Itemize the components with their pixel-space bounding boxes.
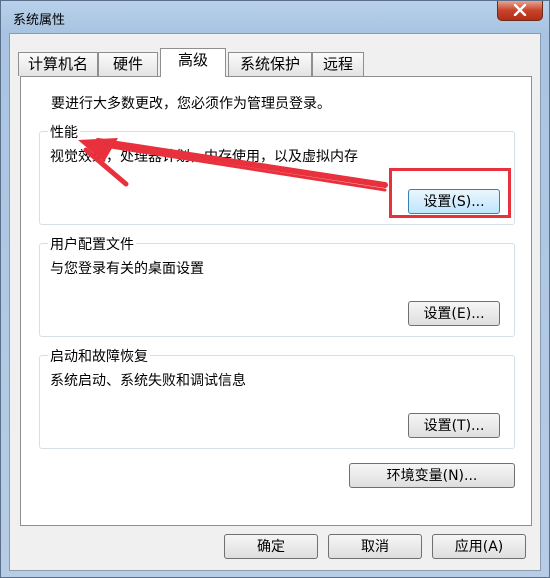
window-title: 系统属性	[13, 13, 66, 28]
user-profiles-settings-button[interactable]: 设置(E)...	[408, 301, 500, 326]
user-profiles-description: 与您登录有关的桌面设置	[50, 261, 204, 277]
startup-recovery-settings-button[interactable]: 设置(T)...	[408, 413, 500, 438]
admin-notice: 要进行大多数更改，您必须作为管理员登录。	[51, 96, 331, 112]
tab-system-protection[interactable]: 系统保护	[228, 52, 312, 76]
tab-remote[interactable]: 远程	[312, 52, 364, 76]
advanced-tab-panel: 要进行大多数更改，您必须作为管理员登录。 性能 视觉效果，处理器计划，内存使用，…	[20, 76, 532, 526]
tab-hardware[interactable]: 硬件	[98, 52, 158, 76]
user-profiles-group: 用户配置文件 与您登录有关的桌面设置 设置(E)...	[39, 234, 515, 337]
title-bar[interactable]: 系统属性	[1, 1, 549, 33]
annotation-highlight-box	[389, 168, 511, 218]
system-properties-window: 系统属性 计算机名 硬件 高级 系统保护 远程 要进行大多数更改，您必须作为管理…	[0, 0, 550, 578]
user-profiles-group-label: 用户配置文件	[48, 234, 136, 254]
startup-recovery-group-label: 启动和故障恢复	[48, 346, 150, 366]
apply-button[interactable]: 应用(A)	[432, 534, 526, 559]
performance-description: 视觉效果，处理器计划，内存使用，以及虚拟内存	[50, 149, 358, 165]
cancel-button[interactable]: 取消	[328, 534, 422, 559]
startup-recovery-description: 系统启动、系统失败和调试信息	[50, 373, 246, 389]
performance-group-label: 性能	[48, 122, 80, 142]
environment-variables-button[interactable]: 环境变量(N)...	[349, 463, 515, 488]
dialog-client-area: 计算机名 硬件 高级 系统保护 远程 要进行大多数更改，您必须作为管理员登录。 …	[9, 33, 541, 571]
tab-computer-name[interactable]: 计算机名	[18, 52, 98, 76]
tab-advanced[interactable]: 高级	[160, 48, 226, 77]
close-button[interactable]	[497, 1, 543, 21]
ok-button[interactable]: 确定	[224, 534, 318, 559]
close-icon	[513, 4, 527, 16]
startup-recovery-group: 启动和故障恢复 系统启动、系统失败和调试信息 设置(T)...	[39, 346, 515, 449]
